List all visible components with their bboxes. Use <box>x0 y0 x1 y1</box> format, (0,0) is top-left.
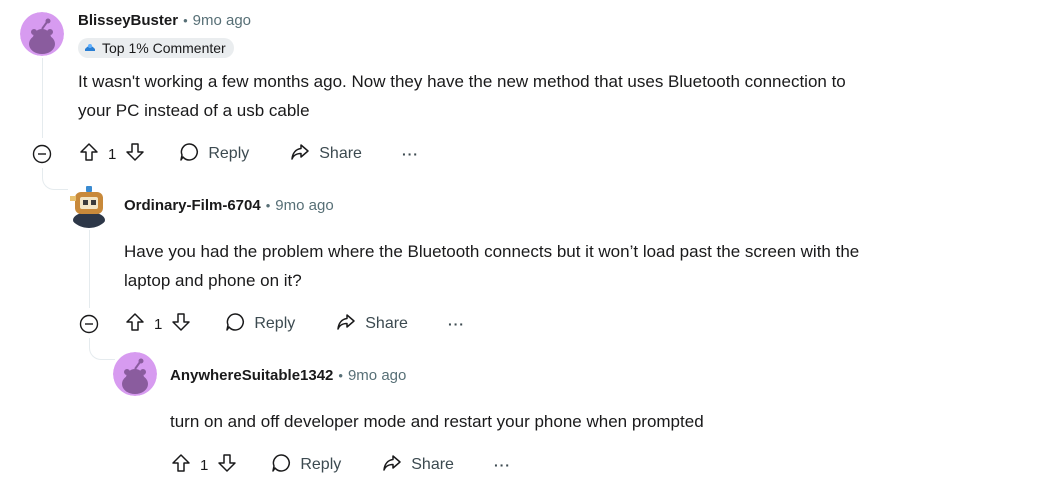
snoo-robot-avatar-icon <box>66 182 112 228</box>
reply-button[interactable]: Reply <box>178 141 249 168</box>
trophy-icon <box>83 42 97 54</box>
comment-bubble-icon <box>270 452 292 479</box>
thread-elbow-2 <box>89 338 115 360</box>
share-label: Share <box>411 456 454 473</box>
share-label: Share <box>365 315 408 332</box>
share-arrow-icon <box>381 452 403 479</box>
more-options-icon: ··· <box>401 146 419 162</box>
collapse-icon <box>32 144 52 164</box>
snoo-avatar-icon <box>20 12 64 56</box>
timestamp[interactable]: 9mo ago <box>348 367 406 384</box>
upvote-icon[interactable] <box>124 311 146 338</box>
avatar[interactable] <box>113 352 157 396</box>
upvote-icon[interactable] <box>170 452 192 479</box>
separator: • <box>183 13 188 28</box>
reply-label: Reply <box>208 145 250 162</box>
thread-elbow-1 <box>42 168 68 190</box>
comment-bubble-icon <box>224 311 246 338</box>
comment-meta: AnywhereSuitable1342 • 9mo ago <box>170 367 406 384</box>
vote-count: 1 <box>108 145 117 163</box>
snoo-avatar-icon <box>113 352 157 396</box>
vote-count: 1 <box>200 456 209 474</box>
commenter-badge: Top 1% Commenter <box>78 38 234 58</box>
more-options-icon: ··· <box>447 316 465 332</box>
vote-group: 1 <box>124 311 192 338</box>
comment-body-line: turn on and off developer mode and resta… <box>170 412 704 431</box>
more-options-button[interactable]: ··· <box>402 146 419 162</box>
reply-label: Reply <box>300 456 342 473</box>
collapse-icon <box>79 314 99 334</box>
author-name[interactable]: AnywhereSuitable1342 <box>170 367 333 384</box>
author-name[interactable]: Ordinary-Film-6704 <box>124 197 261 214</box>
avatar[interactable] <box>20 12 64 56</box>
comment-actions: 1 Reply Share ··· <box>170 449 511 481</box>
more-options-icon: ··· <box>493 457 511 473</box>
collapse-thread-button[interactable] <box>79 314 99 334</box>
comment-body: Have you had the problem where the Bluet… <box>124 237 1039 295</box>
reply-label: Reply <box>254 315 296 332</box>
comment-body-line: your PC instead of a usb cable <box>78 101 310 120</box>
more-options-button[interactable]: ··· <box>448 316 465 332</box>
reply-button[interactable]: Reply <box>270 452 341 479</box>
comment-body: It wasn't working a few months ago. Now … <box>78 67 1038 125</box>
comment-actions: 1 Reply Share ··· <box>124 308 465 340</box>
comment-bubble-icon <box>178 141 200 168</box>
timestamp[interactable]: 9mo ago <box>275 197 333 214</box>
comment-meta: Ordinary-Film-6704 • 9mo ago <box>124 197 334 214</box>
downvote-icon[interactable] <box>170 311 192 338</box>
share-arrow-icon <box>289 141 311 168</box>
thread-line-1 <box>42 58 43 138</box>
comment-meta: BlisseyBuster • 9mo ago <box>78 12 251 29</box>
downvote-icon[interactable] <box>124 141 146 168</box>
separator: • <box>338 368 343 383</box>
reply-button[interactable]: Reply <box>224 311 295 338</box>
comment-body-line: Have you had the problem where the Bluet… <box>124 242 860 261</box>
comment-body-line: laptop and phone on it? <box>124 271 302 290</box>
author-name[interactable]: BlisseyBuster <box>78 12 178 29</box>
separator: • <box>265 198 271 213</box>
comment-actions: 1 Reply Share ··· <box>78 138 419 170</box>
vote-group: 1 <box>170 452 238 479</box>
comment-body-line: It wasn't working a few months ago. Now … <box>78 72 846 91</box>
more-options-button[interactable]: ··· <box>494 457 511 473</box>
thread-line-2 <box>89 230 90 308</box>
upvote-icon[interactable] <box>78 141 100 168</box>
badge-label: Top 1% Commenter <box>102 40 226 56</box>
share-button[interactable]: Share <box>381 452 454 479</box>
vote-count: 1 <box>154 315 163 333</box>
collapse-thread-button[interactable] <box>32 144 52 164</box>
vote-group: 1 <box>78 141 146 168</box>
share-arrow-icon <box>335 311 357 338</box>
share-button[interactable]: Share <box>335 311 408 338</box>
share-label: Share <box>319 145 362 162</box>
comment-body: turn on and off developer mode and resta… <box>170 407 1030 436</box>
share-button[interactable]: Share <box>289 141 362 168</box>
avatar[interactable] <box>66 182 112 228</box>
downvote-icon[interactable] <box>216 452 238 479</box>
timestamp[interactable]: 9mo ago <box>193 12 251 29</box>
